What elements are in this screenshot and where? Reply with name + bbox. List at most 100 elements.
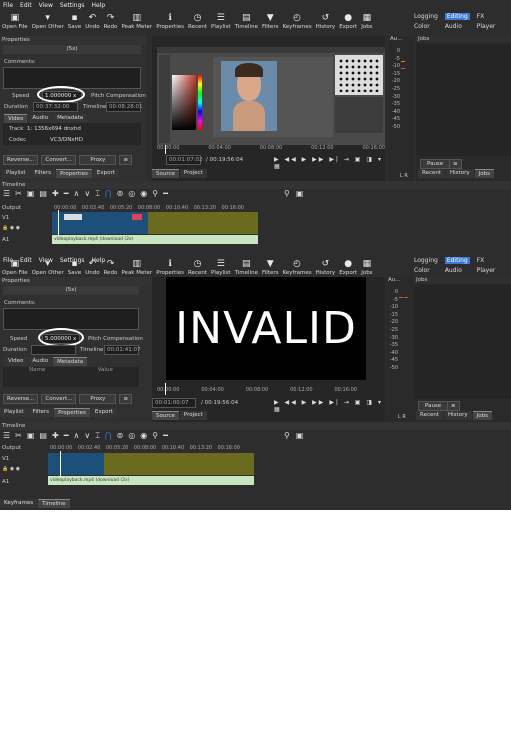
layout-fx[interactable]: FX (477, 13, 496, 20)
layout-player[interactable]: Player (477, 267, 496, 274)
history-button[interactable]: ↺ History (314, 12, 338, 37)
layout-color[interactable]: Color (414, 23, 438, 30)
layout-logging[interactable]: Logging (414, 13, 438, 20)
tab-filters[interactable]: Filters (30, 169, 56, 178)
zoom-controls[interactable]: ⚲▣ (284, 431, 309, 440)
metadata-table[interactable] (3, 375, 139, 387)
layout-color[interactable]: Color (414, 267, 438, 274)
convert-button[interactable]: Convert... (41, 155, 77, 165)
tab-export[interactable]: Export (92, 169, 119, 178)
position-field[interactable]: 00:01:00:07 (152, 398, 196, 408)
layout-logging[interactable]: Logging (414, 257, 438, 264)
playlist-button[interactable]: ☰ Playlist (209, 12, 233, 37)
save-button[interactable]: ▪ Save (66, 12, 84, 37)
tab-recent[interactable]: Recent (418, 169, 446, 178)
playhead[interactable] (165, 145, 166, 154)
tab-playlist[interactable]: Playlist (0, 408, 28, 417)
tab-jobs[interactable]: Jobs (472, 411, 492, 420)
timeline-toolbar[interactable]: ☰✂▣▤✚━∧∨⌶⋂⊚◎◉⚲━ (3, 431, 173, 441)
tab-project[interactable]: Project (179, 169, 207, 178)
video-frame[interactable]: INVALID (166, 277, 366, 380)
playhead[interactable] (165, 383, 166, 395)
proxy-button[interactable]: Proxy (79, 394, 117, 404)
menu-edit[interactable]: Edit (20, 2, 32, 9)
timeline-duration-field[interactable]: 00:01:41:07 (104, 345, 141, 355)
tab-recent[interactable]: Recent (416, 411, 444, 420)
timeline-button[interactable]: ▤ Timeline (233, 12, 260, 37)
menu-view[interactable]: View (39, 2, 53, 9)
tab-history[interactable]: History (446, 169, 474, 178)
duration-field[interactable] (31, 345, 76, 355)
proxy-menu-icon[interactable]: ≡ (119, 155, 133, 165)
jobs-menu-icon[interactable]: ≡ (447, 401, 460, 411)
jobs-list[interactable] (414, 285, 511, 399)
video-frame[interactable] (157, 47, 385, 145)
comments-field[interactable] (3, 67, 141, 89)
timeline-duration-field[interactable]: 00:08:28:01 (106, 102, 143, 112)
export-button[interactable]: ● Export (337, 12, 359, 37)
audio-clip[interactable]: videoplayback.mp4 (download (2x) (48, 476, 254, 485)
filters-button[interactable]: ▼ Filters (260, 12, 281, 37)
redo-button[interactable]: ↷ Redo (102, 12, 120, 37)
tab-source[interactable]: Source (152, 169, 179, 178)
menu-file[interactable]: File (3, 2, 13, 9)
layout-audio[interactable]: Audio (445, 23, 470, 30)
tab-jobs[interactable]: Jobs (474, 169, 494, 178)
proxy-menu-icon[interactable]: ≡ (119, 394, 133, 404)
recent-button[interactable]: ◷ Recent (186, 12, 209, 37)
viewer-ruler[interactable]: 00:00:00 00:04:00 00:08:00 00:12:00 00:1… (157, 387, 357, 393)
transport-controls[interactable]: ▶ ◀◀ ▶ ▶▶ ▶| ⇥ ▣ ◨ ▾ ▦ (274, 399, 385, 413)
timeline-ruler[interactable]: 00:00:00 00:02:40 00:05:20 00:08:00 00:1… (54, 205, 244, 211)
transport-controls[interactable]: ▶ ◀◀ ▶ ▶▶ ▶| ⇥ ▣ ◨ ▾ ▦ (274, 156, 385, 170)
tab-audio[interactable]: Audio (28, 357, 53, 366)
keyframes-button[interactable]: ◴ Keyframes (280, 12, 313, 37)
tab-history[interactable]: History (444, 411, 472, 420)
jobs-button[interactable]: ▦ Jobs (359, 12, 374, 37)
tab-playlist[interactable]: Playlist (2, 169, 30, 178)
peak-meter-button[interactable]: ▥ Peak Meter (119, 12, 154, 37)
video-clip[interactable] (48, 453, 104, 475)
viewer-ruler[interactable]: 00:00:00 00:04:00 00:08:00 00:12:00 00:1… (157, 145, 385, 151)
reverse-button[interactable]: Reverse... (3, 155, 39, 165)
open-other-button[interactable]: ▾ Open Other (30, 12, 66, 37)
comments-field[interactable] (3, 308, 139, 330)
zoom-controls[interactable]: ⚲▣ (284, 189, 309, 198)
tab-video[interactable]: Video (4, 357, 28, 366)
tab-keyframes[interactable]: Keyframes (0, 499, 38, 508)
reverse-button[interactable]: Reverse... (3, 394, 39, 404)
v1-track-icons[interactable]: 🔒 ◉ ◉ (2, 466, 20, 472)
open-file-button[interactable]: ▣ Open File (0, 12, 30, 37)
tab-export[interactable]: Export (90, 408, 117, 417)
layout-fx[interactable]: FX (477, 257, 496, 264)
v1-track-icons[interactable]: 🔒 ◉ ◉ (2, 225, 20, 231)
tab-timeline[interactable]: Timeline (38, 499, 70, 508)
tab-audio[interactable]: Audio (28, 114, 53, 123)
timeline-ruler[interactable]: 00:00:00 00:02:40 00:05:20 00:08:00 00:1… (50, 445, 240, 451)
convert-button[interactable]: Convert... (41, 394, 77, 404)
tab-metadata[interactable]: Metadata (53, 357, 88, 366)
audio-clip[interactable]: videoplayback.mp4 (download (2x) (52, 235, 258, 244)
layout-player[interactable]: Player (477, 23, 496, 30)
tab-video[interactable]: Video (4, 114, 28, 123)
position-field[interactable]: 00:01:07:02 (166, 155, 203, 165)
proxy-button[interactable]: Proxy (79, 155, 117, 165)
menu-help[interactable]: Help (92, 2, 106, 9)
undo-button[interactable]: ↶ Undo (83, 12, 101, 37)
tab-properties[interactable]: Properties (54, 408, 90, 417)
tab-source[interactable]: Source (152, 411, 179, 420)
menu-settings[interactable]: Settings (60, 2, 85, 9)
layout-editing[interactable]: Editing (444, 257, 470, 264)
v1-track[interactable] (48, 453, 254, 475)
track-select[interactable]: 1: 1356x694 dnxhd (27, 126, 81, 132)
layout-audio[interactable]: Audio (445, 267, 470, 274)
jobs-list[interactable] (416, 44, 511, 156)
jobs-menu-icon[interactable]: ≡ (449, 159, 462, 169)
tab-filters[interactable]: Filters (28, 408, 54, 417)
tab-project[interactable]: Project (179, 411, 207, 420)
layout-editing[interactable]: Editing (444, 13, 470, 20)
pause-button[interactable]: Pause (418, 401, 449, 411)
properties-button[interactable]: ℹ Properties (154, 12, 186, 37)
pause-button[interactable]: Pause (420, 159, 451, 169)
duration-field[interactable]: 00:37:32:00 (33, 102, 78, 112)
timeline-toolbar[interactable]: ☰✂▣▤✚━∧∨⌶⋂⊚◎◉⚲━ (3, 189, 173, 199)
